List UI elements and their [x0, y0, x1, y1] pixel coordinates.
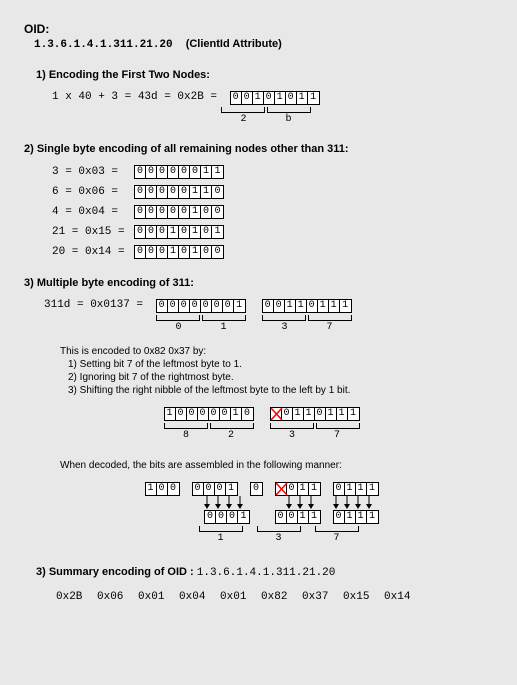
decode-diagram: 100 0001 0 0001 011 0011 0111 0111 [24, 482, 493, 524]
section-2-title: 2) Single byte encoding of all remaining… [24, 143, 493, 155]
dec-brk-1: 1 [199, 526, 243, 544]
oid-value: 1.3.6.1.4.1.311.21.20 [34, 39, 173, 51]
s2-rows: 3 = 0x03 =000000116 = 0x06 =000001104 = … [24, 165, 493, 259]
s3-explain-1: 1) Setting bit 7 of the leftmost byte to… [68, 358, 493, 371]
s3-brk-1: 01 [156, 315, 246, 333]
summary-bytes: 0x2B 0x06 0x01 0x04 0x01 0x82 0x37 0x15 … [56, 591, 493, 603]
section-1-title: 1) Encoding the First Two Nodes: [36, 69, 493, 81]
s2-row-label: 4 = 0x04 = [52, 205, 128, 219]
s2-row-label: 6 = 0x06 = [52, 185, 128, 199]
s3-decode-text: When decoded, the bits are assembled in … [60, 459, 493, 472]
s2-row-label: 21 = 0x15 = [52, 225, 128, 239]
dec-brk-2: 3 [257, 526, 301, 544]
s3-encoded-byte-1: 10000010 [158, 407, 254, 421]
s3-byte-2: 00110111 [256, 299, 352, 313]
decode-bot-c: 0011 [269, 510, 321, 524]
s1-equation: 1 x 40 + 3 = 43d = 0x2B = [52, 91, 224, 103]
decode-top-c: 011 [269, 482, 321, 496]
decode-arrows-d [330, 496, 376, 510]
decode-arrows-b [201, 496, 247, 510]
s3-enc-brk-1: 82 [164, 423, 254, 441]
oid-heading: OID: [24, 22, 493, 36]
s3-brk-2: 37 [262, 315, 352, 333]
decode-top-d: 0111 [327, 482, 379, 496]
decode-top-a: 100 [139, 482, 180, 496]
s3-enc-brk-2: 37 [270, 423, 360, 441]
section-3-title: 3) Multiple byte encoding of 311: [24, 277, 493, 289]
decode-top-b: 0001 [186, 482, 238, 496]
s3-explain-lead: This is encoded to 0x82 0x37 by: [60, 345, 493, 358]
oid-attribute-name: (ClientId Attribute) [186, 38, 282, 50]
s1-brackets: 2b [221, 107, 311, 125]
decode-arrows-c [272, 496, 318, 510]
decode-bot-b: 0001 [198, 510, 250, 524]
section-4-title: 3) Summary encoding of OID : 1.3.6.1.4.1… [36, 566, 493, 579]
decode-bot-d: 0111 [327, 510, 379, 524]
s2-row-label: 20 = 0x14 = [52, 245, 128, 259]
s3-explain-2: 2) Ignoring bit 7 of the rightmost byte. [68, 371, 493, 384]
s3-byte-1: 00000001 [150, 299, 246, 313]
s3-encoded-byte-2: 0110111 [264, 407, 360, 421]
decode-top-b-end: 0 [244, 482, 263, 496]
dec-brk-3: 7 [315, 526, 359, 544]
s2-row-label: 3 = 0x03 = [52, 165, 128, 179]
s3-equation: 311d = 0x0137 = [44, 299, 150, 311]
s1-bitbyte: 00101011 [224, 91, 320, 105]
s3-explain-3: 3) Shifting the right nibble of the left… [68, 384, 493, 397]
